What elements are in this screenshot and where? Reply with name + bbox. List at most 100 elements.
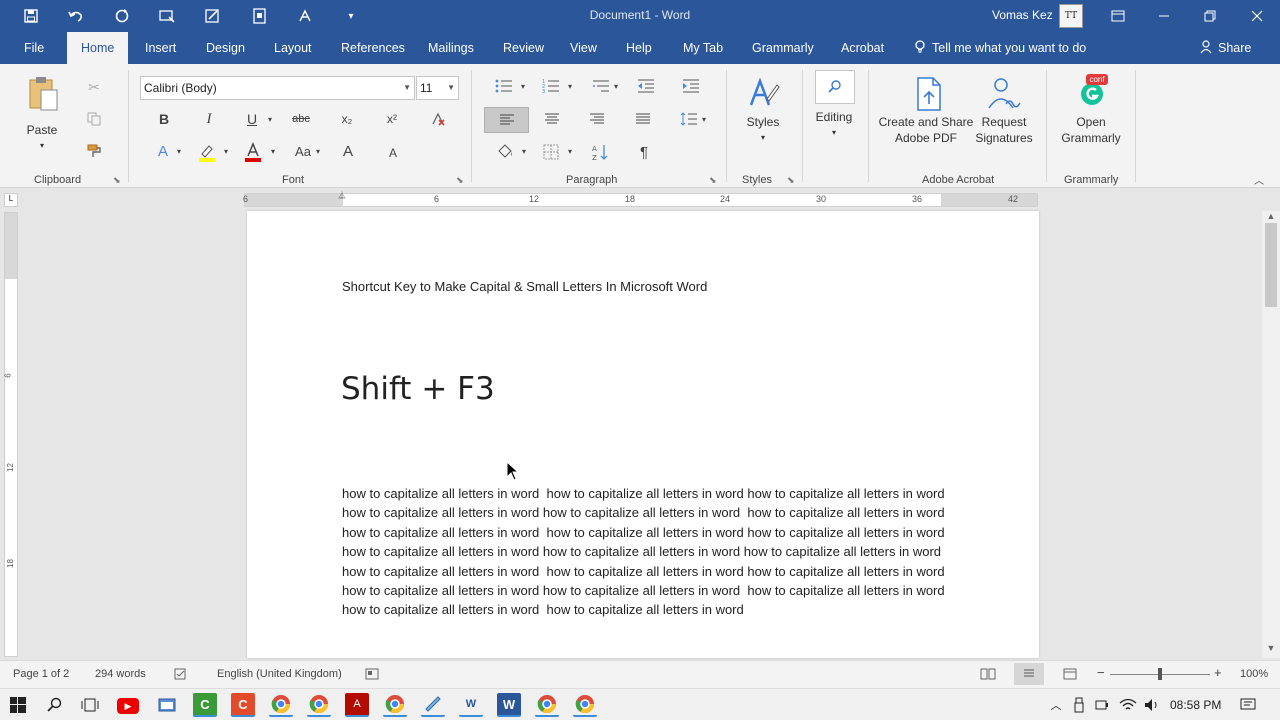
decrease-indent-icon[interactable] [635, 77, 657, 95]
align-center-button[interactable] [541, 110, 563, 128]
strikethrough-button[interactable]: abc [289, 110, 313, 128]
zoom-out-icon[interactable]: − [1097, 665, 1105, 680]
document-page[interactable]: Shortcut Key to Make Capital & Small Let… [247, 211, 1039, 658]
paste-label[interactable]: Paste [24, 122, 60, 138]
acrobat-icon[interactable]: A [345, 693, 369, 717]
subscript-button[interactable]: x₂ [336, 110, 358, 128]
align-left-button[interactable] [484, 107, 529, 133]
numbering-dropdown-icon[interactable]: ▾ [565, 77, 575, 95]
open-grammarly-line2[interactable]: Grammarly [1056, 130, 1126, 146]
text-effects-dropdown-icon[interactable]: ▾ [174, 142, 184, 160]
collapse-ribbon-icon[interactable]: ︿ [1250, 172, 1268, 187]
usb-icon[interactable] [1067, 693, 1091, 717]
search-icon[interactable] [43, 693, 67, 717]
font-size-combo[interactable]: 11 ▼ [416, 76, 459, 100]
tab-design[interactable]: Design [206, 32, 245, 64]
font-name-combo[interactable]: Calibri (Body) ▼ [140, 76, 415, 100]
change-case-button[interactable]: Aa [292, 142, 314, 160]
horizontal-ruler[interactable]: 6 6 12 18 24 30 36 42 ⏅ [243, 191, 1038, 207]
copy-icon[interactable] [84, 109, 104, 129]
battery-icon[interactable] [1090, 693, 1114, 717]
create-pdf-icon[interactable] [912, 74, 946, 114]
create-share-pdf-line2[interactable]: Adobe PDF [876, 130, 976, 146]
print-layout-icon[interactable] [1014, 663, 1044, 685]
close-icon[interactable] [1234, 0, 1280, 32]
tab-home[interactable]: Home [67, 32, 129, 64]
show-marks-button[interactable]: ¶ [634, 142, 654, 162]
recorder-icon[interactable]: C [231, 693, 255, 717]
shading-icon[interactable] [494, 142, 516, 162]
styles-dropdown-icon[interactable]: ▾ [757, 130, 769, 146]
vertical-scrollbar[interactable]: ▲ ▼ [1262, 211, 1280, 658]
tab-grammarly[interactable]: Grammarly [752, 32, 814, 64]
word-icon[interactable]: W [497, 693, 521, 717]
ribbon-display-icon[interactable] [1095, 0, 1141, 32]
vertical-ruler[interactable]: 6 12 18 [4, 212, 18, 657]
word-small-icon[interactable]: W [459, 693, 483, 717]
youtube-icon[interactable]: ▶ [117, 698, 139, 714]
create-share-pdf-line1[interactable]: Create and Share [876, 114, 976, 130]
task-view-icon[interactable] [78, 693, 102, 717]
chrome-icon[interactable] [307, 693, 331, 717]
bold-button[interactable]: B [155, 110, 173, 128]
cut-icon[interactable]: ✂ [84, 77, 104, 97]
document-subtitle[interactable]: Shortcut Key to Make Capital & Small Let… [342, 279, 707, 294]
tab-file[interactable]: File [24, 32, 44, 64]
line-spacing-icon[interactable] [678, 110, 700, 128]
format-painter-icon[interactable] [84, 141, 104, 161]
tab-mailings[interactable]: Mailings [428, 32, 474, 64]
numbering-icon[interactable]: 123 [540, 77, 562, 95]
multilevel-dropdown-icon[interactable]: ▾ [611, 77, 621, 95]
tab-references[interactable]: References [341, 32, 405, 64]
bullets-icon[interactable] [493, 77, 515, 95]
avatar[interactable]: TT [1059, 4, 1083, 28]
share-button[interactable]: Share [1200, 32, 1251, 64]
multilevel-list-icon[interactable] [590, 77, 612, 95]
font-color-icon[interactable] [242, 142, 264, 162]
tell-me-box[interactable]: Tell me what you want to do [914, 32, 1086, 64]
document-heading[interactable]: Shift + F3 [341, 371, 495, 407]
tab-review[interactable]: Review [503, 32, 544, 64]
paste-icon[interactable] [26, 74, 60, 114]
user-name[interactable]: Vomas Kez [992, 8, 1053, 22]
volume-icon[interactable] [1140, 693, 1164, 717]
editing-label[interactable]: Editing [811, 109, 857, 125]
zoom-in-icon[interactable]: + [1214, 665, 1222, 680]
styles-label[interactable]: Styles [742, 114, 784, 130]
styles-launcher-icon[interactable]: ⬊ [787, 175, 795, 186]
chrome-icon[interactable] [269, 693, 293, 717]
sort-icon[interactable]: AZ [589, 142, 611, 162]
tab-my-tab[interactable]: My Tab [683, 32, 723, 64]
scroll-down-icon[interactable]: ▼ [1262, 643, 1280, 653]
clipboard-launcher-icon[interactable]: ⬊ [113, 175, 121, 186]
highlight-color-icon[interactable] [196, 142, 218, 162]
taskbar-clock[interactable]: 08:58 PM [1170, 698, 1221, 712]
change-case-dropdown-icon[interactable]: ▾ [313, 142, 323, 160]
request-signatures-icon[interactable] [986, 74, 1022, 114]
open-grammarly-line1[interactable]: Open [1056, 114, 1126, 130]
borders-dropdown-icon[interactable]: ▾ [565, 142, 575, 160]
paste-dropdown-icon[interactable]: ▾ [36, 138, 48, 154]
bullets-dropdown-icon[interactable]: ▾ [518, 77, 528, 95]
chrome-icon[interactable] [535, 693, 559, 717]
shading-dropdown-icon[interactable]: ▾ [519, 142, 529, 160]
underline-button[interactable]: U [243, 110, 261, 128]
zoom-slider-thumb[interactable] [1158, 668, 1162, 680]
request-signatures-line2[interactable]: Signatures [964, 130, 1044, 146]
font-color-dropdown-icon[interactable]: ▾ [268, 142, 278, 160]
app-window-icon[interactable] [155, 693, 179, 717]
text-effects-icon[interactable]: A [154, 142, 172, 160]
minimize-icon[interactable] [1141, 0, 1187, 32]
clear-formatting-icon[interactable] [428, 110, 448, 128]
windows-start-icon[interactable] [6, 693, 30, 717]
font-launcher-icon[interactable]: ⬊ [456, 175, 464, 186]
scroll-up-icon[interactable]: ▲ [1262, 211, 1280, 221]
page-count[interactable]: Page 1 of 2 [13, 668, 69, 680]
tab-view[interactable]: View [570, 32, 597, 64]
web-layout-icon[interactable] [1063, 668, 1077, 683]
editing-dropdown-icon[interactable]: ▾ [828, 125, 840, 141]
line-spacing-dropdown-icon[interactable]: ▾ [699, 110, 709, 128]
paragraph-launcher-icon[interactable]: ⬊ [709, 175, 717, 186]
increase-indent-icon[interactable] [680, 77, 702, 95]
restore-icon[interactable] [1187, 0, 1233, 32]
